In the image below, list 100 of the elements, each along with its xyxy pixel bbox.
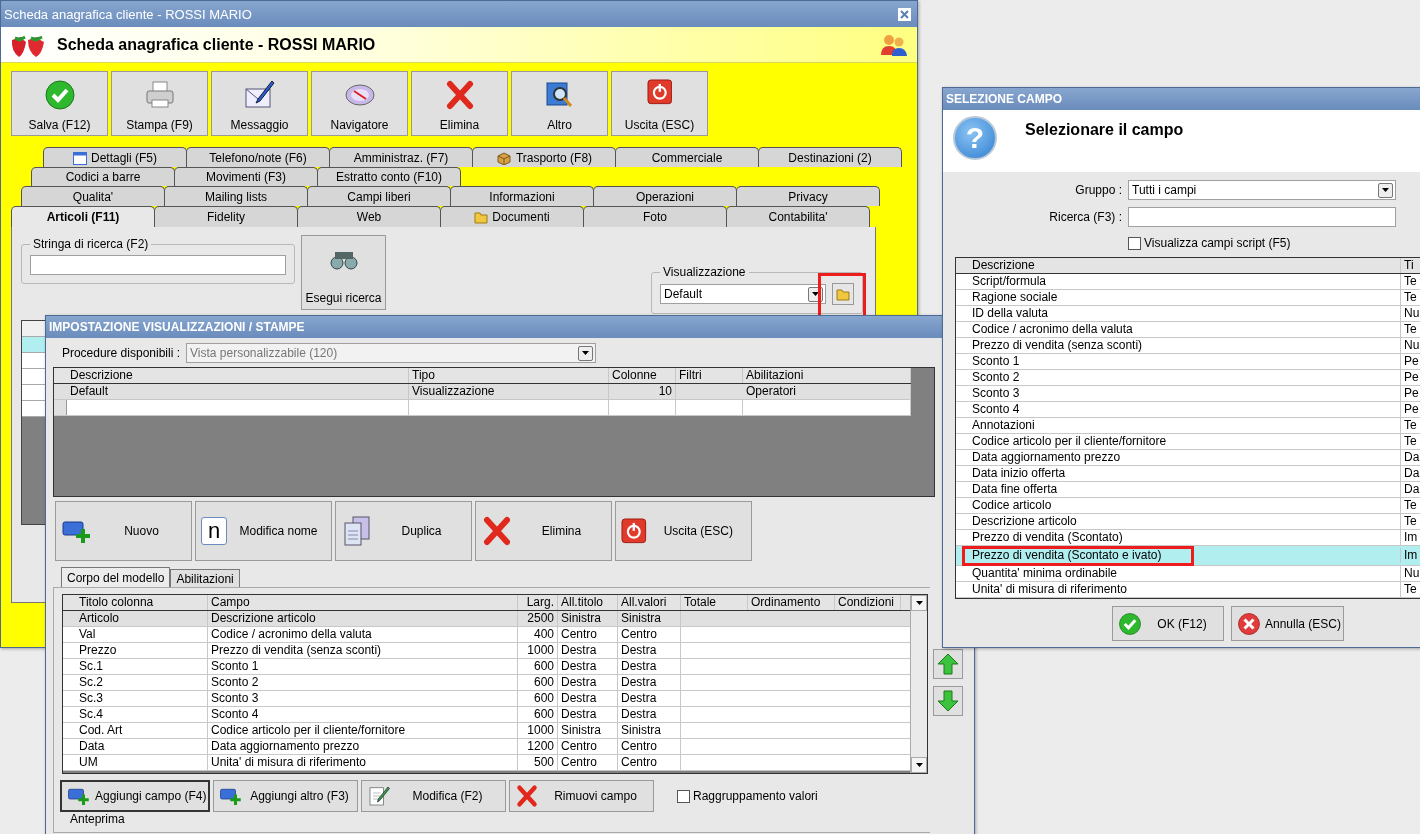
dialog-button[interactable]: Annulla (ESC) — [1231, 606, 1344, 641]
table-row[interactable]: Prezzo di vendita (Scontato) Im — [956, 530, 1420, 546]
tab[interactable]: Campi liberi — [307, 186, 451, 206]
action-button[interactable]: n Modifica nome — [195, 501, 332, 561]
table-row[interactable]: Sc.4 Sconto 4 600 Destra Destra — [63, 707, 910, 723]
tab[interactable]: Documenti — [440, 206, 584, 227]
table-cell: Articolo — [76, 611, 208, 626]
table-cell: Nu — [1401, 338, 1420, 353]
table-row[interactable]: Sconto 1 Pe — [956, 354, 1420, 370]
table-row[interactable]: Annotazioni Te — [956, 418, 1420, 434]
table-row[interactable]: Sc.2 Sconto 2 600 Destra Destra — [63, 675, 910, 691]
tab[interactable]: Contabilita' — [726, 206, 870, 227]
column-header: Titolo colonna — [76, 595, 208, 610]
tab[interactable]: Codici a barre — [31, 167, 175, 186]
tab[interactable]: Movimenti (F3) — [174, 167, 318, 186]
group-label: Visualizzazione — [662, 265, 747, 279]
table-row[interactable]: UM Unita' di misura di riferimento 500 Centro Centro — [63, 755, 910, 771]
tab[interactable]: Informazioni — [450, 186, 594, 206]
dialog-title: SELEZIONE CAMPO — [946, 92, 1062, 106]
table-row[interactable]: Val Codice / acronimo della valuta 400 Centro Centro — [63, 627, 910, 643]
group-label: Stringa di ricerca (F2) — [32, 237, 150, 251]
tab[interactable]: Dettagli (F5) — [43, 147, 187, 167]
tab[interactable]: Commerciale — [615, 147, 759, 167]
action-button[interactable]: Modifica (F2) — [361, 780, 506, 812]
group-dropdown[interactable]: Tutti i campi — [1128, 180, 1396, 200]
checkbox[interactable]: Raggruppamento valori — [677, 789, 818, 803]
table-cell: Pe — [1401, 386, 1420, 401]
tab[interactable]: Destinazioni (2) — [758, 147, 902, 167]
table-row[interactable]: Default Visualizzazione 10 Operatori — [54, 384, 911, 400]
action-button[interactable]: Duplica — [335, 501, 472, 561]
table-row[interactable]: Data aggiornamento prezzo Da — [956, 450, 1420, 466]
action-button[interactable]: Aggiungi campo (F4) — [60, 780, 210, 812]
action-button[interactable]: Rimuovi campo — [509, 780, 654, 812]
table-row[interactable]: Unita' di misura di riferimento Te — [956, 582, 1420, 598]
table-row[interactable]: Ragione sociale Te — [956, 290, 1420, 306]
table-row[interactable]: Quantita' minima ordinabile Nu — [956, 566, 1420, 582]
table-cell: 600 — [518, 675, 558, 690]
window-heading: Scheda anagrafica cliente - ROSSI MARIO — [57, 35, 377, 54]
action-button[interactable]: Aggiungi altro (F3) — [213, 780, 358, 812]
table-row[interactable]: Sc.3 Sconto 3 600 Destra Destra — [63, 691, 910, 707]
tab[interactable]: Trasporto (F8) — [472, 147, 616, 167]
table-row[interactable]: ID della valuta Nu — [956, 306, 1420, 322]
table-row[interactable]: Codice articolo Te — [956, 498, 1420, 514]
table-row[interactable]: Data fine offerta Da — [956, 482, 1420, 498]
table-cell: Nu — [1401, 566, 1420, 581]
table-cell: Prezzo di vendita (Scontato) — [969, 530, 1401, 545]
tab[interactable]: Fidelity — [154, 206, 298, 227]
table-cell: Sinistra — [618, 723, 681, 738]
action-button[interactable]: Nuovo — [55, 501, 192, 561]
table-cell: Prezzo — [76, 643, 208, 658]
table-row[interactable]: Prezzo di vendita (Scontato e ivato) Im — [956, 546, 1420, 566]
table-cell: Destra — [558, 643, 618, 658]
tab[interactable]: Estratto conto (F10) — [317, 167, 461, 186]
view-dropdown[interactable]: Default — [660, 284, 826, 304]
table-cell: Data fine offerta — [969, 482, 1401, 497]
table-row[interactable]: Descrizione articolo Te — [956, 514, 1420, 530]
table-row[interactable]: Sconto 2 Pe — [956, 370, 1420, 386]
tab[interactable]: Privacy — [736, 186, 880, 206]
table-row[interactable]: Articolo Descrizione articolo 2500 Sinistra Sinistra — [63, 611, 910, 627]
table-row[interactable]: Sconto 3 Pe — [956, 386, 1420, 402]
dialog-button[interactable]: OK (F12) — [1112, 606, 1224, 641]
toolbar-button[interactable]: Messaggio — [211, 71, 308, 136]
toolbar-button[interactable]: Salva (F12) — [11, 71, 108, 136]
toolbar-button[interactable]: Elimina — [411, 71, 508, 136]
tab[interactable]: Corpo del modello — [61, 567, 171, 587]
tab[interactable]: Operazioni — [593, 186, 737, 206]
checkbox[interactable]: Visualizza campi script (F5) — [1128, 236, 1291, 250]
table-row[interactable]: Prezzo Prezzo di vendita (senza sconti) 1000 Destra Destra — [63, 643, 910, 659]
search-button[interactable]: Esegui ricerca — [301, 235, 386, 310]
table-cell: ID della valuta — [969, 306, 1401, 321]
tab[interactable]: Amministraz. (F7) — [329, 147, 473, 167]
table-cell: Codice articolo — [969, 498, 1401, 513]
toolbar-button[interactable]: Stampa (F9) — [111, 71, 208, 136]
table-row[interactable]: Script/formula Te — [956, 274, 1420, 290]
table-cell: 1200 — [518, 739, 558, 754]
tab[interactable]: Telefono/note (F6) — [186, 147, 330, 167]
table-row[interactable]: Prezzo di vendita (senza sconti) Nu — [956, 338, 1420, 354]
table-row[interactable]: Cod. Art Codice articolo per il cliente/fornitore 1000 Sinistra Sinistra — [63, 723, 910, 739]
table-cell: Sc.1 — [76, 659, 208, 674]
table-cell: Destra — [558, 707, 618, 722]
table-row[interactable]: Data Data aggiornamento prezzo 1200 Centro Centro — [63, 739, 910, 755]
column-header: Descrizione — [67, 368, 409, 383]
tab[interactable]: Web — [297, 206, 441, 227]
table-cell: Destra — [618, 691, 681, 706]
table-cell: Te — [1401, 498, 1420, 513]
action-button[interactable]: Elimina — [475, 501, 612, 561]
toolbar-button[interactable]: Altro — [511, 71, 608, 136]
toolbar-button[interactable]: Uscita (ESC) — [611, 71, 708, 136]
table-row[interactable]: Codice / acronimo della valuta Te — [956, 322, 1420, 338]
tab[interactable]: Qualita' — [21, 186, 165, 206]
tab[interactable]: Mailing lists — [164, 186, 308, 206]
table-row[interactable]: Codice articolo per il cliente/fornitore Te — [956, 434, 1420, 450]
tab[interactable]: Foto — [583, 206, 727, 227]
table-row[interactable]: Sconto 4 Pe — [956, 402, 1420, 418]
table-row[interactable]: Data inizio offerta Da — [956, 466, 1420, 482]
tab[interactable]: Abilitazioni — [170, 569, 240, 587]
toolbar-button[interactable]: Navigatore — [311, 71, 408, 136]
table-row[interactable]: Sc.1 Sconto 1 600 Destra Destra — [63, 659, 910, 675]
tab[interactable]: Articoli (F11) — [11, 206, 155, 227]
action-button[interactable]: Uscita (ESC) — [615, 501, 752, 561]
